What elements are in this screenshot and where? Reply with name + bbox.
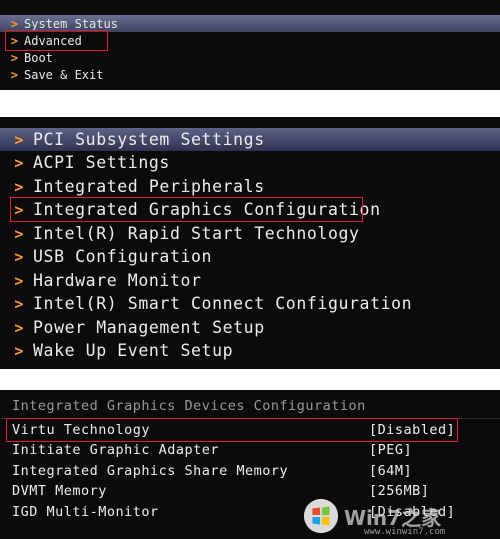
chevron-right-icon: >	[14, 153, 24, 172]
menu-item-label: Save & Exit	[24, 67, 104, 82]
advanced-item-usb[interactable]: > USB Configuration	[0, 245, 500, 268]
advanced-item-label: USB Configuration	[33, 247, 213, 266]
advanced-item-label: Hardware Monitor	[33, 271, 202, 290]
chevron-right-icon: >	[10, 16, 18, 31]
setting-value[interactable]: [PEG]	[369, 442, 412, 458]
watermark: Win7之家 www.winwin7.com	[300, 493, 500, 539]
watermark-url: www.winwin7.com	[364, 527, 446, 537]
setting-row-virtu[interactable]: Virtu Technology [Disabled]	[0, 421, 500, 441]
main-menu-panel: > System Status > Advanced > Boot > Save…	[0, 0, 500, 90]
menu-item-save-exit[interactable]: > Save & Exit	[0, 66, 500, 83]
setting-row-initiate-adapter[interactable]: Initiate Graphic Adapter [PEG]	[0, 441, 500, 461]
setting-label: Initiate Graphic Adapter	[12, 442, 220, 458]
chevron-right-icon: >	[14, 224, 24, 243]
chevron-right-icon: >	[14, 130, 24, 149]
advanced-item-integrated-peripherals[interactable]: > Integrated Peripherals	[0, 175, 500, 198]
advanced-menu-panel: > PCI Subsystem Settings > ACPI Settings…	[0, 117, 500, 369]
title-divider	[0, 418, 500, 419]
advanced-item-label: Intel(R) Smart Connect Configuration	[33, 294, 413, 313]
menu-item-advanced[interactable]: > Advanced	[0, 32, 500, 49]
menu-item-system-status[interactable]: > System Status	[0, 15, 500, 32]
setting-value[interactable]: [Disabled]	[369, 422, 455, 438]
advanced-item-integrated-graphics[interactable]: > Integrated Graphics Configuration	[0, 198, 500, 221]
menu-item-boot[interactable]: > Boot	[0, 49, 500, 66]
menu-item-label: Boot	[24, 50, 53, 65]
advanced-item-power-management[interactable]: > Power Management Setup	[0, 316, 500, 339]
advanced-item-hardware-monitor[interactable]: > Hardware Monitor	[0, 269, 500, 292]
windows-logo-icon	[303, 498, 339, 534]
setting-label: Integrated Graphics Share Memory	[12, 463, 289, 479]
advanced-item-label: ACPI Settings	[33, 153, 170, 172]
advanced-item-label: Integrated Graphics Configuration	[33, 200, 381, 219]
advanced-item-label: Wake Up Event Setup	[33, 341, 234, 360]
advanced-item-rapid-start[interactable]: > Intel(R) Rapid Start Technology	[0, 222, 500, 245]
advanced-item-acpi[interactable]: > ACPI Settings	[0, 151, 500, 174]
advanced-item-label: PCI Subsystem Settings	[33, 130, 265, 149]
setting-label: IGD Multi-Monitor	[12, 504, 159, 520]
menu-item-label: System Status	[24, 16, 118, 31]
chevron-right-icon: >	[10, 33, 18, 48]
chevron-right-icon: >	[14, 294, 24, 313]
chevron-right-icon: >	[14, 271, 24, 290]
chevron-right-icon: >	[14, 200, 24, 219]
chevron-right-icon: >	[10, 50, 18, 65]
advanced-item-smart-connect[interactable]: > Intel(R) Smart Connect Configuration	[0, 292, 500, 315]
chevron-right-icon: >	[14, 177, 24, 196]
chevron-right-icon: >	[10, 67, 18, 82]
setting-label: Virtu Technology	[12, 422, 151, 438]
advanced-item-label: Integrated Peripherals	[33, 177, 265, 196]
chevron-right-icon: >	[14, 318, 24, 337]
panel-title: Integrated Graphics Devices Configuratio…	[12, 398, 366, 414]
chevron-right-icon: >	[14, 247, 24, 266]
advanced-item-pci-subsystem[interactable]: > PCI Subsystem Settings	[0, 128, 500, 151]
advanced-item-label: Intel(R) Rapid Start Technology	[33, 224, 360, 243]
setting-label: DVMT Memory	[12, 483, 107, 499]
advanced-item-wake-up-event[interactable]: > Wake Up Event Setup	[0, 339, 500, 362]
menu-item-label: Advanced	[24, 33, 82, 48]
setting-row-share-memory[interactable]: Integrated Graphics Share Memory [64M]	[0, 462, 500, 482]
graphics-config-panel: Integrated Graphics Devices Configuratio…	[0, 390, 500, 539]
advanced-item-label: Power Management Setup	[33, 318, 265, 337]
setting-value[interactable]: [64M]	[369, 463, 412, 479]
chevron-right-icon: >	[14, 341, 24, 360]
